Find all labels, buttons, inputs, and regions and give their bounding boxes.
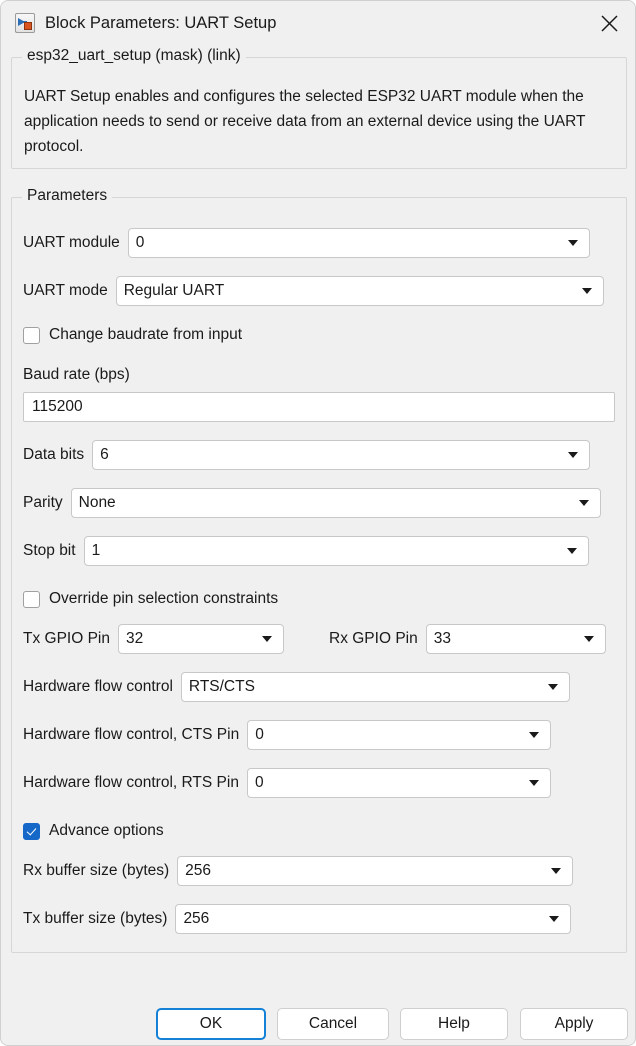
rx-buffer-size-label: Rx buffer size (bytes) — [23, 862, 170, 879]
tx-buffer-size-dropdown[interactable]: 256 — [175, 904, 572, 934]
row-hw-flow-cts-pin: Hardware flow control, CTS Pin 0 — [23, 720, 552, 750]
chevron-down-icon — [581, 288, 592, 294]
row-uart-mode: UART mode Regular UART — [23, 276, 604, 306]
uart-mode-label: UART mode — [23, 282, 108, 299]
chevron-down-icon — [551, 868, 562, 874]
description-group: esp32_uart_setup (mask) (link) UART Setu… — [11, 47, 627, 169]
close-icon[interactable] — [583, 1, 635, 45]
chevron-down-icon — [568, 452, 579, 458]
uart-module-dropdown[interactable]: 0 — [127, 228, 590, 258]
rx-gpio-pin-label: Rx GPIO Pin — [329, 630, 418, 647]
chevron-down-icon — [529, 732, 540, 738]
row-tx-gpio-pin: Tx GPIO Pin 32 — [23, 624, 284, 654]
override-pins-checkbox[interactable]: Override pin selection constraints — [23, 588, 278, 610]
stop-bit-value: 1 — [91, 542, 101, 559]
row-uart-module: UART module 0 — [23, 228, 590, 258]
uart-mode-value: Regular UART — [123, 282, 225, 299]
hw-flow-control-dropdown[interactable]: RTS/CTS — [180, 672, 570, 702]
description-text: UART Setup enables and configures the se… — [24, 88, 586, 155]
apply-button[interactable]: Apply — [520, 1008, 628, 1040]
row-hw-flow-control: Hardware flow control RTS/CTS — [23, 672, 570, 702]
parity-dropdown[interactable]: None — [70, 488, 601, 518]
rx-buffer-size-dropdown[interactable]: 256 — [177, 856, 574, 886]
parameters-group: Parameters UART module 0 UART mode Regul… — [11, 187, 627, 953]
simulink-block-icon — [15, 13, 35, 33]
data-bits-label: Data bits — [23, 446, 85, 463]
chevron-down-icon — [549, 916, 560, 922]
cancel-button[interactable]: Cancel — [277, 1008, 389, 1040]
checkbox-box — [23, 590, 40, 608]
hw-flow-control-value: RTS/CTS — [188, 678, 255, 695]
advance-options-checkbox[interactable]: Advance options — [23, 820, 164, 842]
row-data-bits: Data bits 6 — [23, 440, 591, 470]
chevron-down-icon — [566, 548, 577, 554]
tx-gpio-pin-label: Tx GPIO Pin — [23, 630, 110, 647]
hw-flow-rts-pin-value: 0 — [254, 774, 264, 791]
change-baudrate-checkbox[interactable]: Change baudrate from input — [23, 324, 242, 346]
help-button[interactable]: Help — [400, 1008, 508, 1040]
data-bits-value: 6 — [100, 446, 109, 463]
hw-flow-rts-pin-dropdown[interactable]: 0 — [246, 768, 551, 798]
chevron-down-icon — [583, 636, 594, 642]
stop-bit-label: Stop bit — [23, 542, 76, 559]
hw-flow-cts-pin-value: 0 — [255, 726, 264, 743]
parameters-group-legend: Parameters — [22, 187, 113, 205]
baud-rate-label: Baud rate (bps) — [23, 366, 130, 383]
checkbox-box — [23, 822, 40, 840]
tx-gpio-pin-value: 32 — [126, 630, 144, 647]
row-rx-buffer-size: Rx buffer size (bytes) 256 — [23, 856, 574, 886]
chevron-down-icon — [528, 780, 539, 786]
ok-button[interactable]: OK — [156, 1008, 266, 1040]
override-pins-label: Override pin selection constraints — [49, 590, 279, 607]
hw-flow-cts-pin-label: Hardware flow control, CTS Pin — [23, 726, 240, 743]
chevron-down-icon — [547, 684, 558, 690]
row-stop-bit: Stop bit 1 — [23, 536, 589, 566]
tx-buffer-size-label: Tx buffer size (bytes) — [23, 910, 168, 927]
chevron-down-icon — [262, 636, 272, 642]
dialog-title: Block Parameters: UART Setup — [45, 13, 277, 32]
hw-flow-cts-pin-dropdown[interactable]: 0 — [247, 720, 552, 750]
checkbox-box — [23, 326, 40, 344]
tx-gpio-pin-dropdown[interactable]: 32 — [118, 624, 284, 654]
rx-gpio-pin-value: 33 — [433, 630, 451, 647]
parity-value: None — [78, 494, 116, 511]
rx-gpio-pin-dropdown[interactable]: 33 — [425, 624, 606, 654]
tx-buffer-size-value: 256 — [183, 910, 210, 927]
hw-flow-rts-pin-label: Hardware flow control, RTS Pin — [23, 774, 239, 791]
uart-mode-dropdown[interactable]: Regular UART — [115, 276, 604, 306]
hw-flow-control-label: Hardware flow control — [23, 678, 173, 695]
data-bits-dropdown[interactable]: 6 — [92, 440, 591, 470]
baud-rate-input[interactable]: 115200 — [23, 392, 615, 422]
stop-bit-dropdown[interactable]: 1 — [83, 536, 589, 566]
block-parameters-dialog: Block Parameters: UART Setup esp32_uart_… — [0, 0, 636, 1046]
change-baudrate-label: Change baudrate from input — [49, 326, 243, 343]
rx-buffer-size-value: 256 — [185, 862, 212, 879]
chevron-down-icon — [578, 500, 589, 506]
title-bar: Block Parameters: UART Setup — [1, 1, 635, 45]
row-tx-buffer-size: Tx buffer size (bytes) 256 — [23, 904, 572, 934]
advance-options-label: Advance options — [49, 822, 164, 839]
row-hw-flow-rts-pin: Hardware flow control, RTS Pin 0 — [23, 768, 551, 798]
parity-label: Parity — [23, 494, 63, 511]
uart-module-label: UART module — [23, 234, 120, 251]
chevron-down-icon — [567, 240, 578, 246]
row-rx-gpio-pin: Rx GPIO Pin 33 — [329, 624, 606, 654]
description-group-legend: esp32_uart_setup (mask) (link) — [22, 47, 246, 65]
row-baud-rate-label: Baud rate (bps) — [23, 360, 130, 390]
uart-module-value: 0 — [135, 234, 145, 251]
row-parity: Parity None — [23, 488, 601, 518]
